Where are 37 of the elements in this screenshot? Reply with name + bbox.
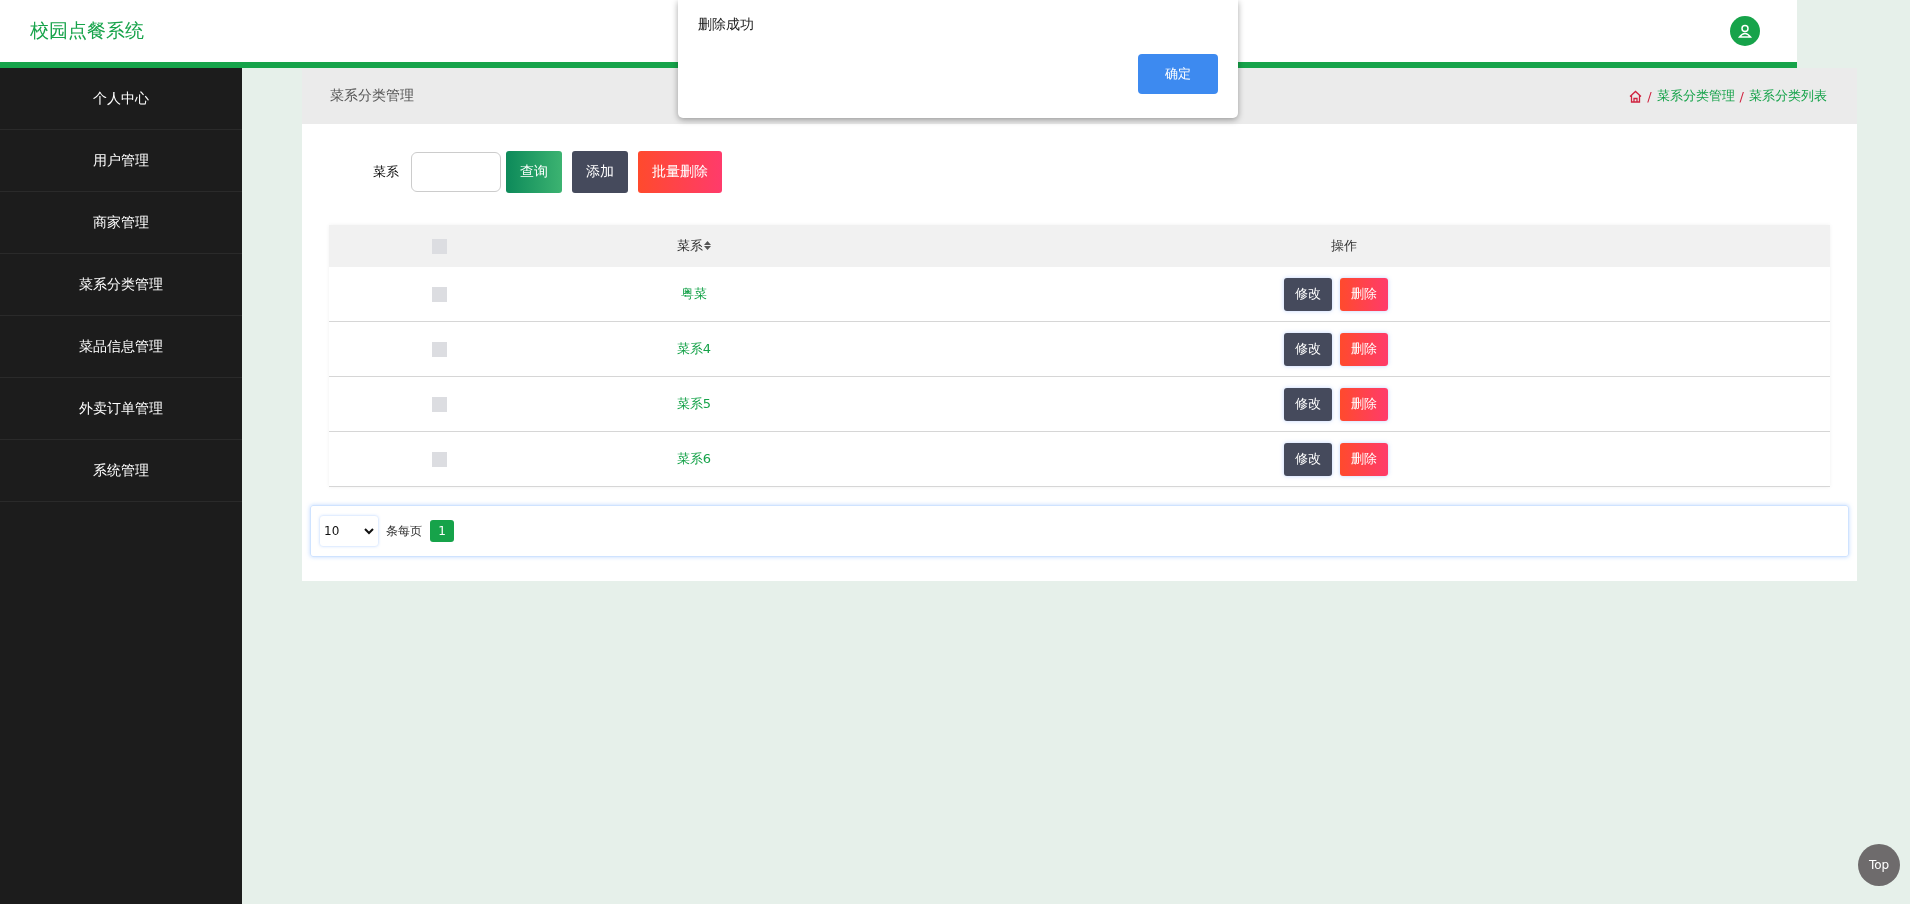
home-icon[interactable] [1629, 89, 1643, 103]
sidebar-item[interactable]: 个人中心 [0, 68, 242, 130]
row-checkbox[interactable] [431, 286, 447, 302]
sidebar-item[interactable]: 系统管理 [0, 440, 242, 502]
row-action-button[interactable]: 修改 [1284, 332, 1332, 366]
search-field[interactable] [411, 152, 501, 192]
back-to-top-button[interactable]: Top [1858, 844, 1900, 886]
row-action-button[interactable]: 修改 [1284, 442, 1332, 476]
sort-icon[interactable] [704, 241, 711, 250]
row-checkbox[interactable] [431, 451, 447, 467]
table-cell: 菜系6 [676, 450, 712, 468]
row-checkbox[interactable] [431, 341, 447, 357]
table-cell: 粤菜 [681, 285, 707, 303]
search-label: 菜系 [373, 163, 399, 181]
sidebar-item[interactable]: 菜系分类管理 [0, 254, 242, 316]
table-cell: 菜系5 [676, 395, 712, 413]
page-title: 菜系分类管理 [330, 87, 414, 105]
column-header: 操作 [1331, 237, 1357, 255]
sidebar-item[interactable]: 外卖订单管理 [0, 378, 242, 440]
chevron-down-icon [364, 527, 374, 535]
column-header[interactable]: 菜系 [677, 237, 711, 255]
sidebar-item[interactable]: 商家管理 [0, 192, 242, 254]
app-title: 校园点餐系统 [30, 18, 144, 43]
sidebar-item[interactable]: 用户管理 [0, 130, 242, 192]
sidebar-item[interactable]: 菜品信息管理 [0, 316, 242, 378]
page-size-select[interactable]: 10 [320, 516, 378, 546]
action-button[interactable]: 添加 [572, 151, 628, 193]
table-cell: 菜系4 [676, 340, 712, 358]
user-icon[interactable] [1730, 16, 1760, 46]
action-button[interactable]: 查询 [506, 151, 562, 193]
page-size-label: 条每页 [386, 522, 422, 540]
row-action-button[interactable]: 修改 [1284, 387, 1332, 421]
breadcrumb-separator: / [1647, 88, 1652, 104]
row-checkbox[interactable] [431, 396, 447, 412]
breadcrumb-separator: / [1739, 88, 1744, 104]
dialog-message: 删除成功 [698, 16, 755, 34]
row-action-button[interactable]: 修改 [1284, 277, 1332, 311]
